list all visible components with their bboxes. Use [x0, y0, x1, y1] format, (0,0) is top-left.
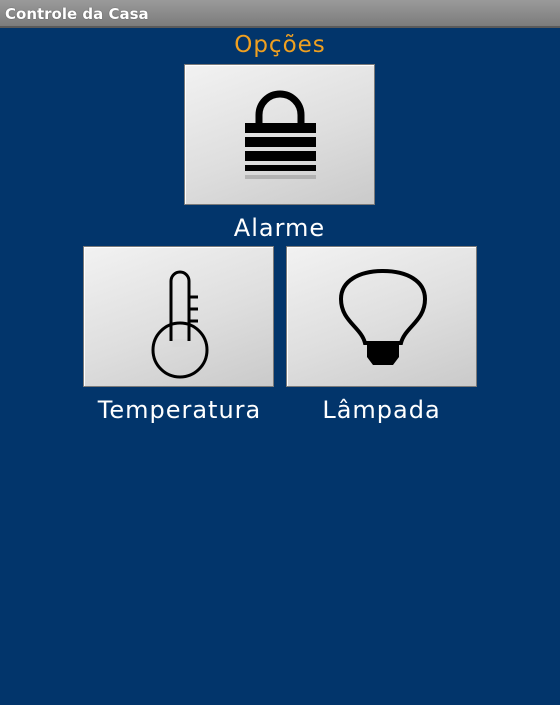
temperature-label: Temperatura — [97, 396, 262, 424]
alarm-button[interactable] — [184, 64, 375, 205]
title-bar: Controle da Casa — [0, 0, 560, 28]
lamp-button[interactable] — [286, 246, 477, 387]
alarm-label: Alarme — [233, 214, 326, 242]
padlock-icon — [245, 90, 316, 179]
light-bulb-icon — [338, 268, 428, 365]
options-heading: Opções — [234, 32, 326, 58]
temperature-button[interactable] — [83, 246, 274, 387]
thermometer-icon — [151, 270, 209, 379]
window-title: Controle da Casa — [5, 5, 149, 23]
lamp-label: Lâmpada — [322, 396, 441, 424]
